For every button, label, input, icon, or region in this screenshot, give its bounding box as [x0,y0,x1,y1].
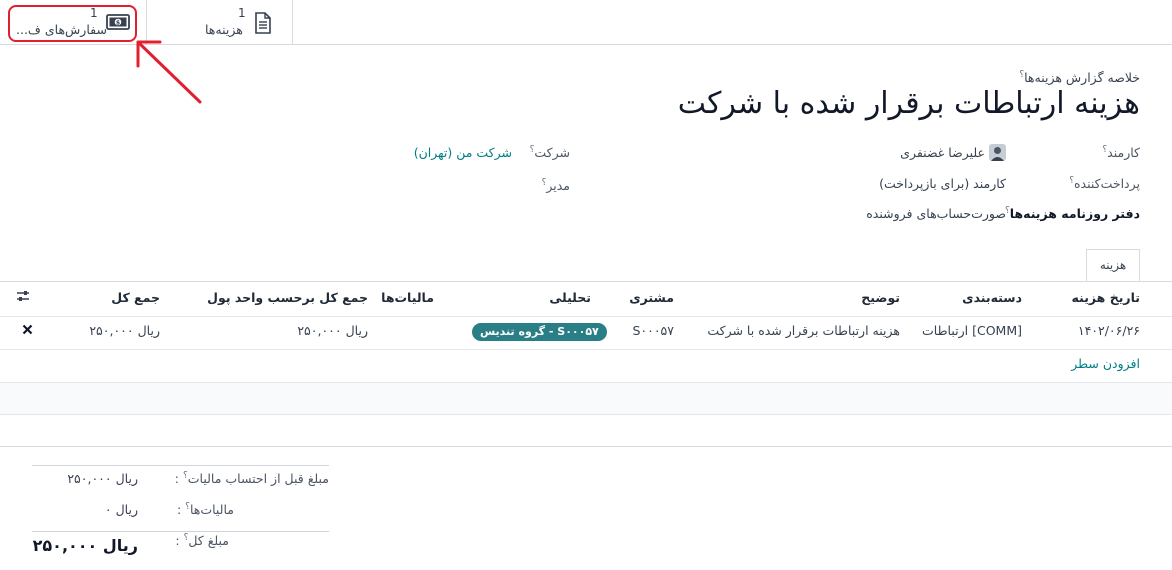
totals-top-divider [32,465,329,466]
total-amount-value: ریال ۲۵۰,۰۰۰ [32,536,138,555]
total-amount-label: مبلغ کل؟ : [175,533,229,549]
totals-bottom-divider [32,531,329,532]
report-subtitle: خلاصه گزارش هزینه‌ها؟ [1019,70,1140,86]
add-line-link[interactable]: افزودن سطر [1071,356,1140,371]
tab-divider [0,281,1172,282]
cell-customer: S۰۰۰۵۷ [632,323,674,338]
arrow-annotation-icon [130,36,206,109]
tab-expense[interactable]: هزینه [1086,249,1140,282]
highlight-box [8,5,137,42]
manager-field-label: مدیر؟ [541,178,570,194]
column-header-customer[interactable]: مشتری [629,290,674,305]
paid-by-field-label: پرداخت‌کننده؟ [1069,176,1140,192]
paid-by-field[interactable]: کارمند (برای بازپرداخت) [879,176,1006,191]
taxes-amount-value: ریال ۰ [104,502,138,517]
expenses-label: هزینه‌ها [205,22,243,37]
taxes-amount-label: مالیات‌ها؟ : [176,502,234,518]
column-header-date[interactable]: تاریخ هزینه [1072,290,1140,305]
employee-field-label: کارمند؟ [1102,145,1140,161]
empty-row [0,382,1172,415]
cell-description: هزینه ارتباطات برقرار شده با شرکت [707,323,900,338]
cell-total-currency: ریال ۲۵۰,۰۰۰ [297,323,368,338]
company-field[interactable]: شرکت من (تهران) [414,145,512,160]
avatar [989,144,1006,161]
column-header-total[interactable]: جمع کل [111,290,160,305]
journal-field[interactable]: صورت‌حساب‌های فروشنده [866,206,1006,221]
delete-row-icon[interactable] [22,323,33,338]
journal-field-label: دفتر روزنامه هزینه‌ها؟ [1004,206,1140,222]
column-header-analytic[interactable]: تحلیلی [549,290,591,305]
table-bottom-divider [0,446,1172,447]
column-header-description[interactable]: توضیح [861,290,900,305]
analytic-badge: S۰۰۰۵۷ - گروه تندیس [472,323,607,341]
expenses-count: 1 [238,6,246,20]
column-header-category[interactable]: دسته‌بندی [962,290,1022,305]
column-header-taxes[interactable]: مالیات‌ها [381,290,434,305]
row-divider [0,349,1172,350]
employee-field[interactable]: علیرضا غضنفری [900,144,1006,161]
document-icon [254,12,272,37]
untaxed-amount-label: مبلغ قبل از احتساب مالیات؟ : [174,471,329,487]
cell-total: ریال ۲۵۰,۰۰۰ [89,323,160,338]
page-title: هزینه ارتباطات برقرار شده با شرکت [677,86,1140,121]
untaxed-amount-value: ریال ۲۵۰,۰۰۰ [67,471,138,486]
company-field-label: شرکت؟ [529,145,570,161]
column-header-total-currency[interactable]: جمع کل برحسب واحد پول [207,290,368,305]
cell-date: ۱۴۰۲/۰۶/۲۶ [1077,323,1140,338]
cell-category: [COMM] ارتباطات [922,323,1022,338]
table-header-divider [0,316,1172,317]
optional-columns-icon[interactable] [16,289,30,306]
